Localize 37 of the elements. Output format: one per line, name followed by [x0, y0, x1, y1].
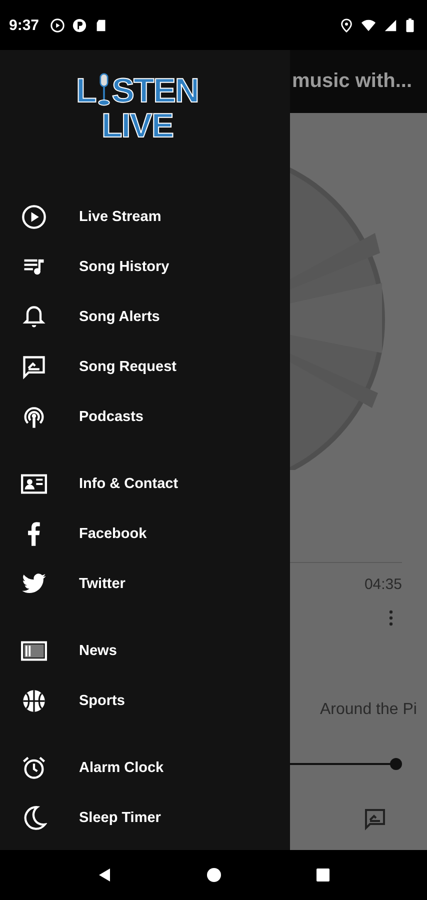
song-request-icon[interactable] [363, 807, 387, 831]
volume-slider[interactable] [290, 758, 402, 770]
drawer-item[interactable]: Song Request [0, 342, 290, 392]
logo-text: LIVE [101, 109, 174, 143]
wifi-icon [361, 18, 376, 32]
track-duration: 04:35 [364, 576, 402, 593]
signal-icon [383, 18, 398, 32]
play-circle-icon [50, 18, 66, 32]
track-artist-album: Around the Pi [320, 701, 417, 719]
back-icon[interactable] [96, 867, 112, 883]
alarm-clock-icon [21, 755, 47, 781]
drawer-item[interactable]: Sports [0, 676, 290, 726]
clock-time: 9:37 [9, 16, 40, 34]
drawer-item[interactable]: Song History [0, 242, 290, 292]
drawer-item[interactable]: Song Alerts [0, 292, 290, 342]
play-circle-icon [21, 204, 47, 230]
more-options-icon[interactable] [389, 610, 393, 626]
drawer-item[interactable]: Info & Contact [0, 459, 290, 509]
app-notification-icon [72, 18, 88, 32]
bell-icon [21, 304, 47, 330]
recents-icon[interactable] [314, 867, 330, 883]
drawer-item[interactable]: Alarm Clock [0, 743, 290, 793]
drawer-item[interactable]: Facebook [0, 509, 290, 559]
location-icon [339, 18, 354, 32]
logo-text: L [76, 74, 96, 108]
chat-edit-icon [21, 354, 47, 380]
home-icon[interactable] [206, 867, 222, 883]
drawer-item[interactable]: Live Stream [0, 192, 290, 242]
station-title: music with... [292, 70, 412, 93]
drawer-item[interactable]: Podcasts [0, 392, 290, 442]
drawer-item[interactable]: Twitter [0, 559, 290, 609]
drawer-item[interactable]: News [0, 626, 290, 676]
battery-icon [405, 18, 415, 32]
drawer-item[interactable]: Sleep Timer [0, 793, 290, 843]
basketball-icon [21, 688, 47, 714]
microphone-icon [96, 72, 111, 108]
logo-text: STEN [112, 74, 198, 108]
